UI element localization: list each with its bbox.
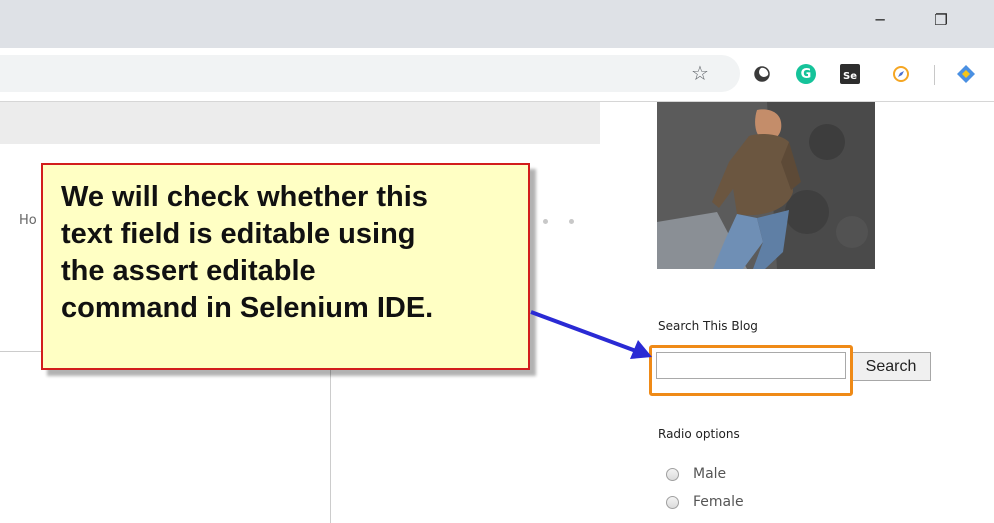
annotation-arrow [530,310,652,359]
arrow-shaft [530,310,637,353]
